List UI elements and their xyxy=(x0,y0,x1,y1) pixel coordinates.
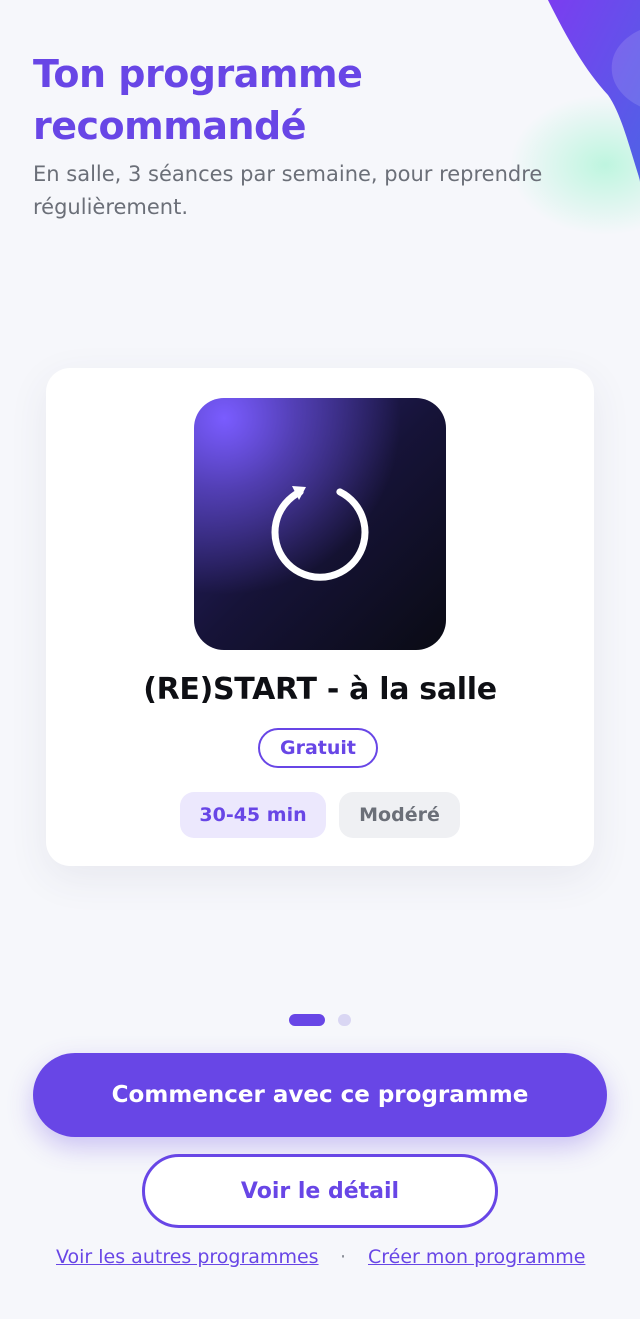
program-name: (RE)START - à la salle xyxy=(143,672,497,707)
pagination-dot[interactable] xyxy=(338,1014,351,1026)
footer-links: Voir les autres programmes · Créer mon p… xyxy=(0,1246,640,1274)
program-card[interactable]: (RE)START - à la salle Gratuit 30-45 min… xyxy=(46,368,594,866)
create-program-link[interactable]: Créer mon programme xyxy=(368,1246,585,1268)
pagination-dot-active[interactable] xyxy=(289,1014,325,1026)
link-separator: · xyxy=(340,1246,347,1268)
page-subtitle: En salle, 3 séances par semaine, pour re… xyxy=(33,162,543,219)
intensity-chip: Modéré xyxy=(339,792,460,838)
price-badge: Gratuit xyxy=(258,728,378,768)
carousel-pagination xyxy=(0,1014,640,1026)
duration-chip: 30-45 min xyxy=(180,792,326,838)
page-title: Ton programme recommandé xyxy=(33,52,363,148)
other-programs-link[interactable]: Voir les autres programmes xyxy=(56,1246,319,1268)
start-program-button[interactable]: Commencer avec ce programme xyxy=(33,1053,607,1137)
program-thumbnail xyxy=(194,398,446,650)
restart-icon xyxy=(271,486,369,581)
view-detail-button[interactable]: Voir le détail xyxy=(142,1154,498,1228)
